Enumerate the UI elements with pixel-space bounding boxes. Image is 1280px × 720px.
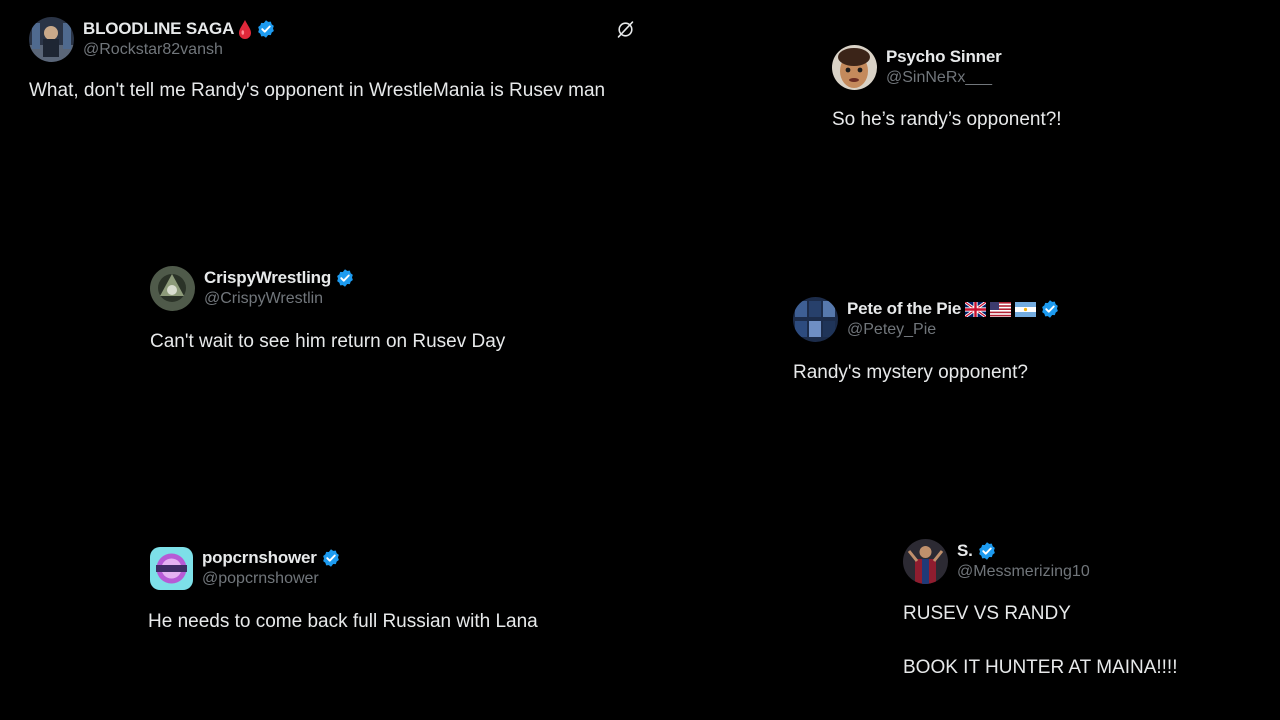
- tweet-text: What, don't tell me Randy's opponent in …: [29, 80, 606, 101]
- display-name[interactable]: popcrnshower: [202, 548, 317, 568]
- display-name[interactable]: CrispyWrestling: [204, 268, 331, 288]
- display-name[interactable]: S.: [957, 541, 973, 561]
- handle[interactable]: @Messmerizing10: [957, 563, 1090, 581]
- tweet-pete-of-the-pie: Pete of the Pie @Petey_Pie Randy's myste…: [793, 297, 1058, 386]
- avatar[interactable]: [903, 539, 948, 584]
- display-name[interactable]: Psycho Sinner: [886, 47, 1002, 67]
- argentina-flag-icon: [1015, 301, 1037, 317]
- handle[interactable]: @SinNeRx___: [886, 69, 1002, 87]
- verified-badge-icon: [337, 269, 353, 287]
- tweet-text: Can't wait to see him return on Rusev Da…: [150, 331, 506, 352]
- handle[interactable]: @Rockstar82vansh: [83, 41, 276, 59]
- handle[interactable]: @popcrnshower: [202, 570, 341, 588]
- display-name[interactable]: Pete of the Pie: [847, 299, 961, 319]
- tweet-crispywrestling: CrispyWrestling @CrispyWrestlin Can't wa…: [150, 266, 505, 355]
- avatar[interactable]: [793, 297, 838, 342]
- verified-badge-icon: [978, 542, 995, 560]
- tweet-text-line-1: RUSEV VS RANDY: [903, 603, 1071, 624]
- drop-of-blood-icon: [239, 20, 252, 39]
- tweet-text-line-2: BOOK IT HUNTER AT MAINA!!!!: [903, 656, 1178, 678]
- tweet-bloodline-saga: BLOODLINE SAGA @Rockstar82vansh What, do…: [29, 17, 605, 104]
- x-logo-icon[interactable]: [615, 19, 636, 40]
- tweet-text: So he’s randy’s opponent?!: [832, 109, 1062, 130]
- avatar[interactable]: [832, 45, 877, 90]
- verified-badge-icon: [322, 549, 339, 567]
- verified-badge-icon: [258, 20, 274, 38]
- us-flag-icon: [990, 301, 1012, 317]
- tweet-popcrnshower: popcrnshower @popcrnshower He needs to c…: [148, 546, 538, 635]
- avatar[interactable]: [29, 17, 74, 62]
- handle[interactable]: @Petey_Pie: [847, 321, 1060, 339]
- tweet-s: S. @Messmerizing10 RUSEV VS RANDY BOOK I…: [903, 539, 1178, 680]
- avatar[interactable]: [150, 547, 193, 590]
- tweet-text: He needs to come back full Russian with …: [148, 611, 538, 632]
- handle[interactable]: @CrispyWrestlin: [204, 290, 355, 308]
- avatar[interactable]: [150, 266, 195, 311]
- display-name[interactable]: BLOODLINE SAGA: [83, 19, 234, 39]
- tweet-psycho-sinner: Psycho Sinner @SinNeRx___ So he’s randy’…: [832, 45, 1062, 133]
- verified-badge-icon: [1042, 300, 1058, 318]
- tweet-text: Randy's mystery opponent?: [793, 362, 1028, 383]
- uk-flag-icon: [965, 301, 987, 317]
